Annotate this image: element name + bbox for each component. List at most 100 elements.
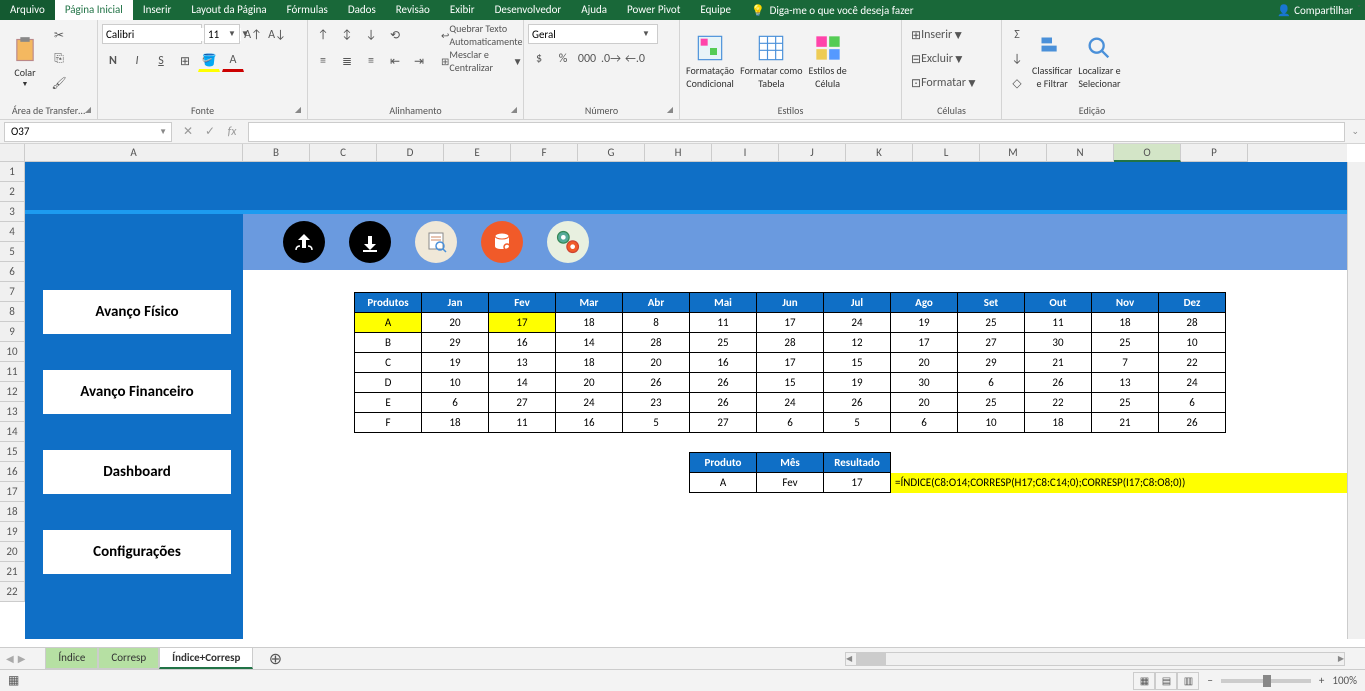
find-select-button[interactable]: Localizar e Selecionar [1076, 24, 1122, 100]
format-cells-button[interactable]: ⊡ Formatar ▼ [906, 72, 983, 94]
sidebar-btn-avanco-financeiro[interactable]: Avanço Financeiro [43, 370, 231, 414]
tell-me-search[interactable]: 💡 Diga-me o que você deseja fazer [751, 0, 914, 20]
row-header-22[interactable]: 22 [0, 582, 25, 602]
tab-file[interactable]: Arquivo [0, 0, 55, 20]
font-size-input[interactable] [205, 28, 225, 41]
align-right-button[interactable]: ≡ [360, 50, 382, 72]
row-header-16[interactable]: 16 [0, 462, 25, 482]
delete-cells-button[interactable]: ⊟ Excluir ▼ [906, 48, 970, 70]
increase-font-button[interactable]: A↑ [242, 24, 264, 46]
accept-formula-button[interactable]: ✓ [200, 122, 220, 142]
expand-formula-bar-button[interactable]: ⌄ [1345, 126, 1365, 137]
col-header-L[interactable]: L [913, 144, 980, 162]
tab-insert[interactable]: Inserir [133, 0, 182, 20]
tab-team[interactable]: Equipe [690, 0, 741, 20]
increase-decimal-button[interactable]: .0→ [600, 48, 622, 70]
row-header-7[interactable]: 7 [0, 282, 25, 302]
zoom-level[interactable]: 100% [1332, 674, 1357, 687]
italic-button[interactable]: I [126, 50, 148, 72]
sort-filter-button[interactable]: Classificar e Filtrar [1030, 24, 1074, 100]
align-center-button[interactable]: ≣ [336, 50, 358, 72]
vertical-scrollbar[interactable] [1347, 162, 1365, 639]
sheet-nav-buttons[interactable]: ◀▶ [6, 652, 25, 665]
add-sheet-button[interactable]: ⊕ [263, 649, 287, 669]
upload-icon[interactable] [283, 221, 325, 263]
merge-center-button[interactable]: ⊞ Mesclar e Centralizar ▼ [436, 50, 527, 72]
decrease-font-button[interactable]: A↓ [266, 24, 288, 46]
align-bottom-button[interactable]: ↓ [360, 24, 382, 46]
col-header-A[interactable]: A [25, 144, 243, 162]
col-header-D[interactable]: D [377, 144, 444, 162]
select-all-corner[interactable] [0, 144, 25, 162]
increase-indent-button[interactable]: ⇥ [408, 50, 430, 72]
autosum-button[interactable]: Σ [1006, 24, 1028, 46]
horizontal-scrollbar[interactable]: ◀▶ [845, 652, 1345, 666]
tab-home[interactable]: Página Inicial [55, 0, 133, 20]
row-header-19[interactable]: 19 [0, 522, 25, 542]
percent-format-button[interactable]: % [552, 48, 574, 70]
share-button[interactable]: 👤 Compartilhar [1265, 0, 1365, 20]
number-format-combo[interactable]: ▼ [528, 24, 658, 44]
tab-help[interactable]: Ajuda [571, 0, 617, 20]
name-box-input[interactable] [5, 125, 145, 138]
row-header-18[interactable]: 18 [0, 502, 25, 522]
tab-developer[interactable]: Desenvolvedor [485, 0, 572, 20]
orientation-button[interactable]: ⟲ [384, 24, 406, 46]
fill-button[interactable]: ↓ [1006, 48, 1028, 70]
font-name-combo[interactable]: ▼ [102, 24, 202, 44]
settings-gears-icon[interactable] [547, 221, 589, 263]
paste-button[interactable]: Colar ▼ [4, 24, 46, 100]
tab-powerpivot[interactable]: Power Pivot [617, 0, 690, 20]
cut-button[interactable]: ✂ [48, 24, 70, 46]
sheet-tab-indice-corresp[interactable]: Índice+Corresp [159, 648, 253, 669]
wrap-text-button[interactable]: ↩ Quebrar Texto Automaticamente [436, 24, 527, 46]
sidebar-btn-dashboard[interactable]: Dashboard [43, 450, 231, 494]
tab-review[interactable]: Revisão [386, 0, 440, 20]
col-header-J[interactable]: J [779, 144, 846, 162]
row-header-21[interactable]: 21 [0, 562, 25, 582]
tab-data[interactable]: Dados [338, 0, 386, 20]
clear-button[interactable]: ◇ [1006, 72, 1028, 94]
row-header-13[interactable]: 13 [0, 402, 25, 422]
row-header-3[interactable]: 3 [0, 202, 25, 222]
accounting-format-button[interactable]: $ [528, 48, 550, 70]
align-left-button[interactable]: ≡ [312, 50, 334, 72]
comma-format-button[interactable]: 000 [576, 48, 598, 70]
zoom-out-button[interactable]: − [1207, 674, 1212, 687]
row-header-17[interactable]: 17 [0, 482, 25, 502]
col-header-F[interactable]: F [511, 144, 578, 162]
row-header-9[interactable]: 9 [0, 322, 25, 342]
row-header-1[interactable]: 1 [0, 162, 25, 182]
col-header-K[interactable]: K [846, 144, 913, 162]
col-header-O[interactable]: O [1114, 144, 1181, 162]
zoom-slider[interactable] [1221, 679, 1311, 683]
fill-color-button[interactable]: 🪣 [198, 50, 220, 72]
row-header-14[interactable]: 14 [0, 422, 25, 442]
col-header-I[interactable]: I [712, 144, 779, 162]
conditional-format-button[interactable]: Formatação Condicional [684, 24, 736, 100]
row-header-5[interactable]: 5 [0, 242, 25, 262]
zoom-in-button[interactable]: + [1319, 674, 1324, 687]
cell-styles-button[interactable]: Estilos de Célula [807, 24, 849, 100]
border-button[interactable]: ⊞ [174, 50, 196, 72]
col-header-H[interactable]: H [645, 144, 712, 162]
tab-view[interactable]: Exibir [440, 0, 485, 20]
normal-view-button[interactable]: ▦ [1133, 672, 1155, 690]
bold-button[interactable]: N [102, 50, 124, 72]
decrease-indent-button[interactable]: ⇤ [384, 50, 406, 72]
name-box[interactable]: ▼ [4, 122, 172, 142]
row-header-15[interactable]: 15 [0, 442, 25, 462]
row-header-11[interactable]: 11 [0, 362, 25, 382]
col-header-B[interactable]: B [243, 144, 310, 162]
row-header-4[interactable]: 4 [0, 222, 25, 242]
tab-formulas[interactable]: Fórmulas [277, 0, 338, 20]
page-break-view-button[interactable]: ▥ [1177, 672, 1199, 690]
align-middle-button[interactable]: ↕ [336, 24, 358, 46]
formula-input[interactable] [248, 122, 1345, 142]
col-header-M[interactable]: M [980, 144, 1047, 162]
tab-layout[interactable]: Layout da Página [181, 0, 276, 20]
underline-button[interactable]: S [150, 50, 172, 72]
download-icon[interactable] [349, 221, 391, 263]
number-format-input[interactable] [529, 28, 639, 41]
document-search-icon[interactable] [415, 221, 457, 263]
